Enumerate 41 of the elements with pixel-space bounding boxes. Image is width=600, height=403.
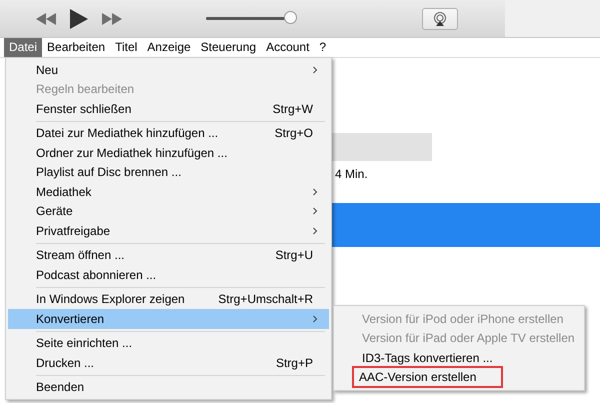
fast-forward-icon[interactable] [102,12,122,24]
menu-item[interactable]: AAC-Version erstellen [354,368,502,386]
menu-item[interactable]: Podcast abonnieren ... [8,265,329,284]
chevron-right-icon [311,226,319,235]
menu-bar-item[interactable]: Datei [4,38,42,57]
menu-item[interactable]: Geräte [8,202,329,221]
shortcut-text: Strg+W [272,102,313,116]
menu-item[interactable]: Privatfreigabe [8,221,329,240]
shortcut-text: Strg+U [275,248,313,262]
menu-item[interactable]: Drucken ... Strg+P [8,353,329,372]
shortcut-text: Strg+O [274,126,313,140]
play-icon[interactable] [70,8,88,28]
duration-text: 4 Min. [335,167,368,181]
menu-bar-item[interactable]: Bearbeiten [42,38,110,57]
menu-item[interactable]: Beenden [8,378,329,397]
menu-item[interactable]: ID3-Tags konvertieren ... [359,348,496,367]
chevron-right-icon [311,188,319,196]
shortcut-text: Strg+Umschalt+R [218,292,313,306]
menu-item[interactable]: Playlist auf Disc brennen ... [8,162,329,182]
menu-item[interactable]: Neu [8,60,329,80]
rewind-icon[interactable] [36,12,56,24]
chevron-right-icon [311,66,319,74]
menu-item[interactable]: In Windows Explorer zeigen Strg+Umschalt+R [8,290,329,309]
menu-item[interactable]: Seite einrichten ... [8,334,329,353]
menu-item[interactable]: Datei zur Mediathek hinzufügen ... Strg+O [8,124,329,143]
airplay-icon [433,12,447,26]
menu-bar-item[interactable]: ? [314,38,332,57]
airplay-button[interactable] [422,8,458,30]
menu-item[interactable]: Stream öffnen ... Strg+U [8,246,329,265]
menu-item[interactable]: Konvertieren [8,309,329,328]
menu-item[interactable]: Ordner zur Mediathek hinzufügen ... [8,143,329,162]
menu-item[interactable]: Mediathek [8,182,329,202]
menu-bar-item[interactable]: Anzeige [142,38,196,57]
menu-bar-item[interactable]: Steuerung [196,38,262,57]
chevron-right-icon [311,314,319,323]
menu-bar-item[interactable]: Account [261,38,314,57]
menu-bar-item[interactable]: Titel [110,38,142,57]
volume-slider[interactable] [206,12,294,26]
chevron-right-icon [311,207,319,216]
shortcut-text: Strg+P [276,356,313,370]
menu-item[interactable]: Fenster schließen Strg+W [8,99,329,118]
